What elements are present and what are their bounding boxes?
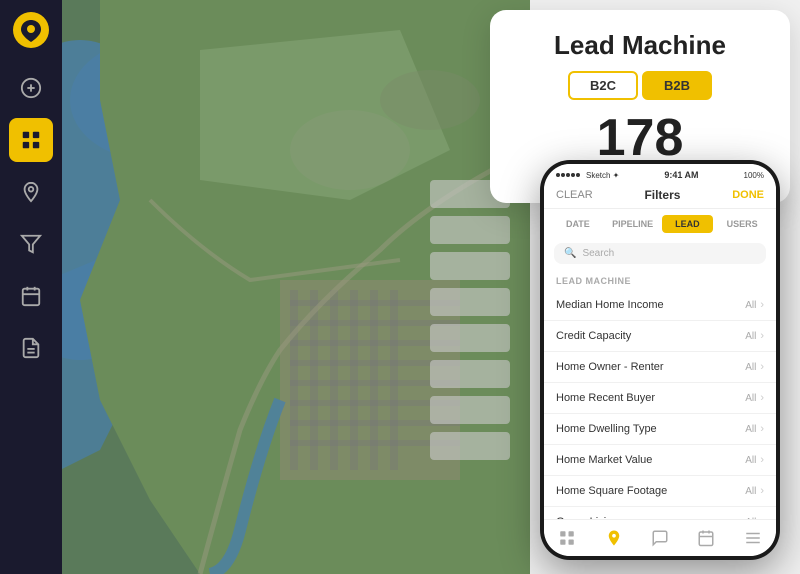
phone-status-bar: Sketch ✦ 9:41 AM 100% <box>544 164 776 182</box>
tab-users[interactable]: USERS <box>716 215 768 233</box>
list-item-value: All <box>745 424 756 435</box>
nav-filters-title: Filters <box>644 188 680 202</box>
phone-mockup: Sketch ✦ 9:41 AM 100% CLEAR Filters DONE… <box>540 160 780 560</box>
chevron-right-icon: › <box>760 485 764 497</box>
list-item[interactable]: Credit Capacity All › <box>544 321 776 352</box>
list-item[interactable]: Home Recent Buyer All › <box>544 383 776 414</box>
list-item-value: All <box>745 393 756 404</box>
list-item[interactable]: Green Living All › <box>544 507 776 519</box>
phone-bottom-bar <box>544 519 776 556</box>
result-bar-8 <box>430 432 510 460</box>
tab-lead[interactable]: LEAD <box>662 215 714 233</box>
list-item-label: Home Owner - Renter <box>556 361 664 373</box>
tab-b2c[interactable]: B2C <box>568 71 638 100</box>
list-item-right: All › <box>745 485 764 497</box>
tab-switcher: B2C B2B <box>510 71 770 100</box>
nav-done-btn[interactable]: DONE <box>732 189 764 201</box>
list-item-label: Home Dwelling Type <box>556 423 657 435</box>
phone-filter-tabs: DATE PIPELINE LEAD USERS <box>544 209 776 239</box>
list-item[interactable]: Home Square Footage All › <box>544 476 776 507</box>
sidebar-item-add[interactable] <box>9 66 53 110</box>
sidebar-item-document[interactable] <box>9 326 53 370</box>
phone-screen: Sketch ✦ 9:41 AM 100% CLEAR Filters DONE… <box>544 164 776 556</box>
phone-nav-bar: CLEAR Filters DONE <box>544 182 776 209</box>
sidebar-item-grid[interactable] <box>9 118 53 162</box>
list-item[interactable]: Home Dwelling Type All › <box>544 414 776 445</box>
phone-search-icon: 🔍 <box>564 248 576 259</box>
list-item-label: Home Square Footage <box>556 485 667 497</box>
list-item-right: All › <box>745 454 764 466</box>
list-item[interactable]: Home Market Value All › <box>544 445 776 476</box>
bottom-calendar-icon[interactable] <box>696 528 716 548</box>
result-bar-6 <box>430 360 510 388</box>
leads-count: 178 <box>510 112 770 164</box>
chevron-right-icon: › <box>760 454 764 466</box>
sidebar-item-calendar[interactable] <box>9 274 53 318</box>
sidebar-item-filter[interactable] <box>9 222 53 266</box>
bottom-chat-icon[interactable] <box>650 528 670 548</box>
list-item-right: All › <box>745 330 764 342</box>
list-item-value: All <box>745 362 756 373</box>
battery-label: 100% <box>744 171 764 180</box>
list-item-label: Credit Capacity <box>556 330 631 342</box>
chevron-right-icon: › <box>760 299 764 311</box>
result-bar-4 <box>430 288 510 316</box>
nav-clear-btn[interactable]: CLEAR <box>556 189 593 201</box>
phone-search-placeholder: Search <box>582 248 614 259</box>
bottom-pin-icon[interactable] <box>604 528 624 548</box>
list-item-value: All <box>745 486 756 497</box>
phone-time: 9:41 AM <box>664 170 698 180</box>
list-item-value: All <box>745 455 756 466</box>
sidebar-item-location[interactable] <box>9 170 53 214</box>
list-item-right: All › <box>745 392 764 404</box>
panel-title: Lead Machine <box>510 30 770 61</box>
result-bars-bg <box>430 180 510 460</box>
bottom-grid-icon[interactable] <box>557 528 577 548</box>
list-item-right: All › <box>745 299 764 311</box>
list-item-label: Home Market Value <box>556 454 652 466</box>
result-bar-5 <box>430 324 510 352</box>
phone-search-bar[interactable]: 🔍 Search <box>554 243 766 264</box>
sidebar <box>0 0 62 574</box>
list-item[interactable]: Median Home Income All › <box>544 290 776 321</box>
tab-pipeline[interactable]: PIPELINE <box>607 215 659 233</box>
list-item-right: All › <box>745 361 764 373</box>
list-item[interactable]: Home Owner - Renter All › <box>544 352 776 383</box>
list-item-value: All <box>745 331 756 342</box>
chevron-right-icon: › <box>760 423 764 435</box>
list-item-label: Home Recent Buyer <box>556 392 655 404</box>
phone-filter-list: Median Home Income All › Credit Capacity… <box>544 290 776 519</box>
bottom-menu-icon[interactable] <box>743 528 763 548</box>
result-bar-2 <box>430 216 510 244</box>
phone-section-label: LEAD MACHINE <box>544 268 776 290</box>
list-item-right: All › <box>745 423 764 435</box>
carrier-label: Sketch ✦ <box>586 171 619 180</box>
tab-b2b[interactable]: B2B <box>642 71 712 100</box>
chevron-right-icon: › <box>760 330 764 342</box>
list-item-value: All <box>745 300 756 311</box>
tab-date[interactable]: DATE <box>552 215 604 233</box>
chevron-right-icon: › <box>760 361 764 373</box>
app-logo[interactable] <box>13 12 49 48</box>
list-item-label: Median Home Income <box>556 299 664 311</box>
chevron-right-icon: › <box>760 392 764 404</box>
result-bar-7 <box>430 396 510 424</box>
result-bar-3 <box>430 252 510 280</box>
status-left: Sketch ✦ <box>556 171 619 180</box>
